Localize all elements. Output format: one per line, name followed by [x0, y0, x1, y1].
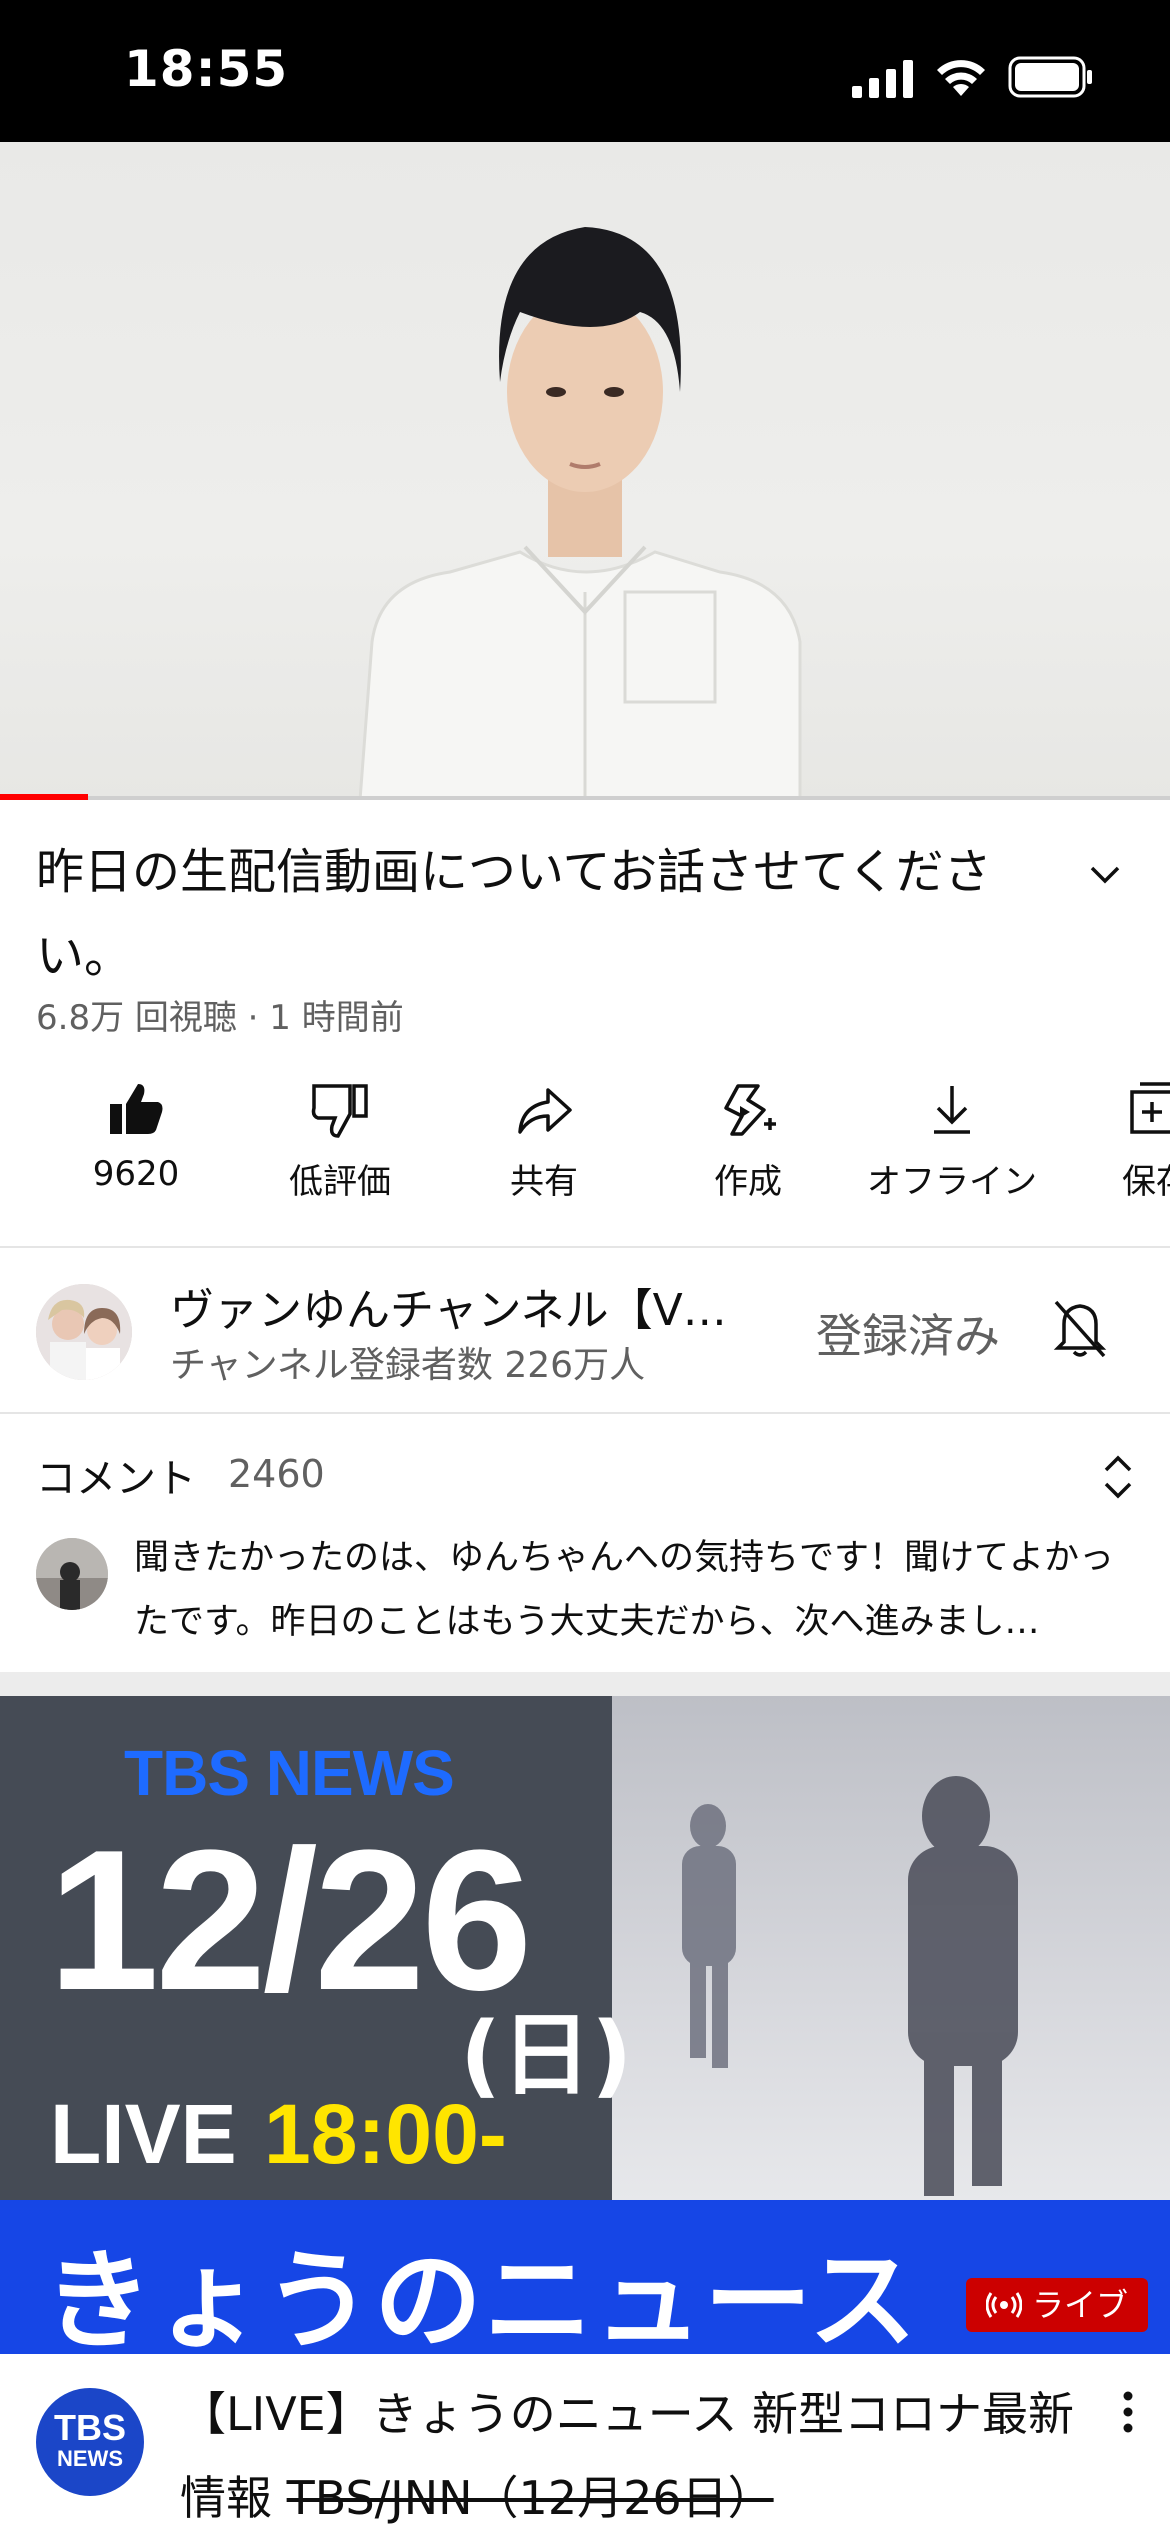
battery-icon: [1008, 56, 1092, 98]
create-button[interactable]: 作成: [648, 1080, 848, 1203]
thumbs-down-icon: [311, 1084, 368, 1138]
progress-fill: [0, 794, 88, 800]
download-button[interactable]: オフライン: [852, 1080, 1052, 1203]
subscribed-button[interactable]: 登録済み: [816, 1300, 1000, 1366]
progress-track[interactable]: [0, 796, 1170, 800]
channel-name[interactable]: ヴァンゆんチャンネル【V…: [170, 1274, 780, 1338]
live-badge-label: ライブ: [1032, 2286, 1129, 2324]
broadcast-icon: [986, 2292, 1022, 2318]
create-label: 作成: [714, 1162, 782, 1202]
thumbnail-headline: きょうのニュース: [44, 2239, 919, 2354]
video-frame-person: [358, 227, 802, 800]
snow-walkers-image: [682, 1776, 1018, 2196]
bell-off-icon[interactable]: [1050, 1296, 1110, 1360]
logo-top: TBS: [54, 2407, 126, 2448]
thumbs-up-icon: [110, 1084, 163, 1134]
section-gap: [0, 1672, 1170, 1696]
comment-avatar: [36, 1538, 108, 1610]
status-bar: 18:55: [0, 0, 1170, 142]
signal-icon: [852, 60, 913, 98]
chevron-down-icon[interactable]: [1080, 850, 1130, 900]
dislike-label: 低評価: [289, 1162, 391, 1202]
share-label: 共有: [510, 1162, 578, 1202]
save-label: 保存: [1122, 1162, 1170, 1202]
thumbnail-live-time: 18:00-: [264, 2087, 507, 2181]
next-video-title[interactable]: 【LIVE】きょうのニュース 新型コロナ最新情報 TBS/JNN（12月26日）: [180, 2372, 1080, 2540]
status-time: 18:55: [124, 40, 289, 98]
top-comment[interactable]: 聞きたかったのは、ゆんちゃんへの気持ちです！聞けてよかったです。昨日のことはもう…: [134, 1526, 1134, 1654]
save-button[interactable]: 保存: [1056, 1080, 1170, 1203]
channel-subscribers: チャンネル登録者数 226万人: [170, 1345, 646, 1386]
more-vert-icon[interactable]: [1118, 2384, 1138, 2444]
divider: [0, 1246, 1170, 1248]
next-video-title-struck: TBS/JNN（12月26日）: [286, 2471, 774, 2525]
thumbnail-brand: TBS NEWS: [124, 1737, 455, 1809]
share-icon: [518, 1088, 572, 1134]
video-title: 昨日の生配信動画についてお話させてください。: [36, 844, 992, 984]
channel-avatar[interactable]: [36, 1284, 132, 1380]
wifi-icon: [937, 60, 985, 96]
channel-avatar-image: [36, 1284, 132, 1380]
comment-avatar-image: [36, 1538, 108, 1610]
expand-comments-icon[interactable]: [1098, 1452, 1138, 1502]
next-channel-avatar[interactable]: TBS NEWS: [36, 2388, 144, 2496]
save-icon: [1130, 1082, 1170, 1134]
thumbnail-snow-scene: [612, 1696, 1170, 2200]
like-button[interactable]: 9620: [36, 1080, 236, 1194]
download-icon: [934, 1086, 970, 1134]
like-count: 9620: [92, 1154, 180, 1194]
comments-count: 2460: [228, 1452, 325, 1496]
thumbnail-live-word: LIVE: [50, 2087, 237, 2181]
create-icon: [724, 1084, 776, 1136]
next-video-thumbnail[interactable]: TBS NEWS 12/26 (日) LIVE 18:00- きょうのニュース …: [0, 1696, 1170, 2354]
share-button[interactable]: 共有: [444, 1080, 644, 1203]
dislike-button[interactable]: 低評価: [240, 1080, 440, 1203]
thumbnail-date: 12/26: [48, 1809, 532, 2032]
logo-bottom: NEWS: [57, 2446, 123, 2471]
live-badge: ライブ: [966, 2278, 1149, 2332]
comments-title[interactable]: コメント: [36, 1446, 196, 1504]
divider: [0, 1412, 1170, 1414]
video-player[interactable]: [0, 142, 1170, 800]
video-meta: 6.8万 回視聴 · 1 時間前: [36, 998, 404, 1038]
download-label: オフライン: [867, 1162, 1037, 1202]
